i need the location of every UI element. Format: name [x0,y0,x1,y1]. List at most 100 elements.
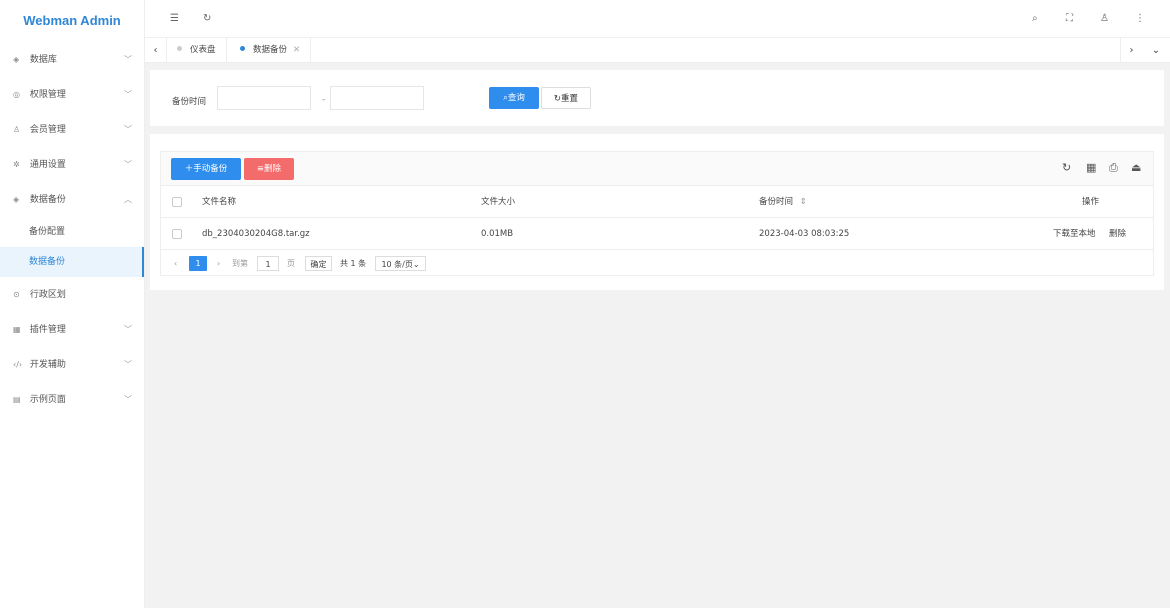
sidebar-item-label: 数据备份 [29,195,66,205]
delete-link[interactable]: 删除 [1109,218,1126,250]
table-toolbar: ＋手动备份 ≡删除 ↻ ▦ ⎙ ⏏ [161,152,1153,186]
page-number-current[interactable]: 1 [189,256,207,271]
sidebar-item-label: 会员管理 [29,125,66,135]
goto-page-input[interactable]: 1 [257,256,279,271]
sidebar-item-settings[interactable]: ✲ 通用设置 ﹀ [0,147,144,182]
fullscreen-icon[interactable]: ⛶ [1066,12,1073,26]
refresh-icon: ↻ [553,94,562,104]
page-unit-label: 页 [287,259,295,268]
refresh-icon[interactable]: ↻ [1062,161,1071,174]
gear-icon: ✲ [13,160,20,169]
search-button[interactable]: ⌕查询 [489,87,539,109]
sidebar-item-permissions[interactable]: ◎ 权限管理 ﹀ [0,77,144,112]
user-icon[interactable]: ♙ [1100,12,1109,26]
sidebar-item-region[interactable]: ⊙ 行政区划 [0,277,144,312]
backup-time-end-input[interactable] [330,86,424,110]
tabs-prev-button[interactable]: ‹ [145,38,167,63]
cell-time: 2023-04-03 08:03:25 [759,229,850,239]
chevron-down-icon: ﹀ [124,55,132,64]
sidebar-item-label: 插件管理 [29,325,66,335]
code-icon: ‹/› [13,360,23,369]
sidebar-item-label: 示例页面 [29,395,66,405]
chevron-left-icon: ‹ [153,45,158,56]
chevron-down-icon: ⌄ [1151,45,1161,56]
tabs-dropdown-button[interactable]: ⌄ [1145,38,1167,63]
page-size-label: 10 条/页 [381,260,413,269]
select-all-checkbox[interactable] [172,197,182,207]
sidebar-subitem-data-backup[interactable]: 数据备份 [0,247,144,277]
trash-icon: ≡ [256,164,265,174]
shield-icon: ◎ [13,90,20,99]
cell-size: 0.01MB [481,229,514,239]
more-icon[interactable]: ⋮ [1135,12,1145,26]
page-size-select[interactable]: 10 条/页⌄ [375,256,426,271]
sidebar-item-label: 权限管理 [29,90,66,100]
pagination: ‹ 1 › 到第 1 页 确定 共 1 条 10 条/页⌄ [161,250,1153,277]
reset-button[interactable]: ↻重置 [541,87,591,109]
sidebar-subitem-label: 数据备份 [29,257,66,267]
chevron-down-icon: ﹀ [124,160,132,169]
column-header-time-label: 备份时间 [759,197,794,207]
download-link[interactable]: 下载至本地 [1053,218,1096,250]
top-header: ☰ ↻ ⌕ ⛶ ♙ ⋮ [145,0,1170,38]
manual-backup-button[interactable]: ＋手动备份 [171,158,241,180]
prev-page-icon[interactable]: ‹ [174,256,177,271]
total-count: 共 1 条 [340,259,367,268]
sort-icon[interactable]: ⇕ [800,197,807,207]
sidebar-item-label: 通用设置 [29,160,66,170]
goto-confirm-button[interactable]: 确定 [305,256,332,271]
table-card: ＋手动备份 ≡删除 ↻ ▦ ⎙ ⏏ 文件名称 文件大小 备份时间 ⇕ 操作 db… [150,134,1164,290]
app-logo[interactable]: Webman Admin [0,0,144,42]
chevron-down-icon: ﹀ [124,125,132,134]
reset-button-label: 重置 [561,94,579,104]
chevron-up-icon: ︿ [124,195,132,204]
chevron-down-icon: ⌄ [412,260,420,269]
print-icon[interactable]: ⎙ [1109,161,1118,175]
sidebar-item-members[interactable]: ♙ 会员管理 ﹀ [0,112,144,147]
sidebar-subitem-backup-config[interactable]: 备份配置 [0,217,144,247]
goto-label: 到第 [232,259,248,268]
refresh-icon[interactable]: ↻ [203,12,211,26]
menu-fold-icon[interactable]: ☰ [170,12,179,26]
export-icon[interactable]: ⏏ [1131,161,1141,174]
sidebar-subitem-label: 备份配置 [29,227,66,237]
tab-dashboard[interactable]: 仪表盘 [167,38,227,63]
delete-button-label: 删除 [264,164,282,174]
user-icon: ♙ [13,125,21,134]
sidebar-item-backup[interactable]: ◈ 数据备份 ︿ [0,182,144,217]
row-checkbox[interactable] [172,229,182,239]
date-range-separator: - [322,95,326,105]
tab-dot-icon [177,46,182,51]
chevron-down-icon: ﹀ [124,325,132,334]
layers-icon: ◈ [13,55,20,64]
table-header: 文件名称 文件大小 备份时间 ⇕ 操作 [161,186,1153,218]
chevron-down-icon: ﹀ [124,90,132,99]
tab-label: 数据备份 [253,45,288,55]
columns-icon[interactable]: ▦ [1086,161,1096,174]
layers-icon: ◈ [13,195,20,204]
column-header-time[interactable]: 备份时间 ⇕ [759,186,807,218]
location-icon: ⊙ [13,290,20,299]
search-icon[interactable]: ⌕ [1032,12,1038,26]
close-icon[interactable]: ✕ [293,45,300,55]
search-button-label: 查询 [507,93,525,103]
filter-card: 备份时间 - ⌕查询 ↻重置 [150,70,1164,126]
manual-backup-label: 手动备份 [193,164,228,174]
filter-label: 备份时间 [172,97,207,107]
sidebar-item-examples[interactable]: ▤ 示例页面 ﹀ [0,382,144,417]
tabs-next-button[interactable]: › [1120,38,1142,63]
sidebar-item-dev-tools[interactable]: ‹/› 开发辅助 ﹀ [0,347,144,382]
tab-label: 仪表盘 [190,45,216,55]
column-header-filename: 文件名称 [202,197,237,207]
delete-button[interactable]: ≡删除 [244,158,294,180]
table-row: db_2304030204G8.tar.gz 0.01MB 2023-04-03… [161,218,1153,250]
column-header-size: 文件大小 [481,197,516,207]
chevron-down-icon: ﹀ [124,360,132,369]
tab-data-backup[interactable]: 数据备份 ✕ [230,38,312,63]
sidebar-item-plugins[interactable]: ▦ 插件管理 ﹀ [0,312,144,347]
sidebar: Webman Admin ◈ 数据库 ﹀ ◎ 权限管理 ﹀ ♙ 会员管理 ﹀ ✲… [0,0,145,608]
sidebar-item-database[interactable]: ◈ 数据库 ﹀ [0,42,144,77]
next-page-icon[interactable]: › [217,256,220,271]
sidebar-item-label: 数据库 [29,55,57,65]
backup-time-start-input[interactable] [217,86,311,110]
